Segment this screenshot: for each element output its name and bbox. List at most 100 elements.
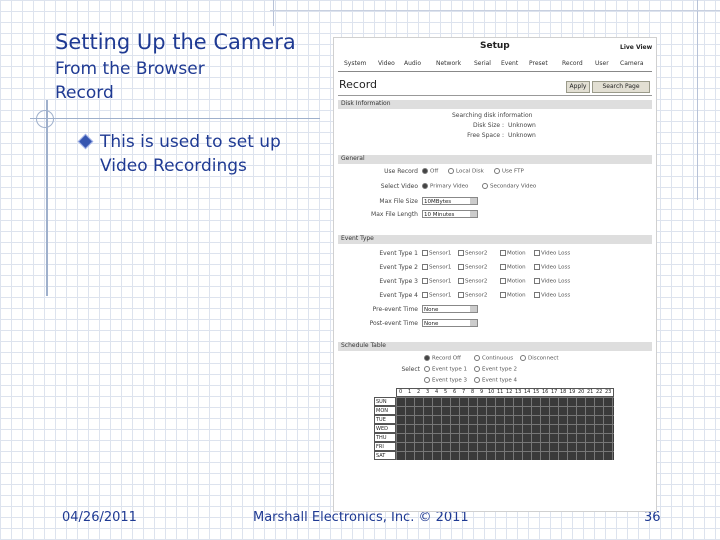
nav-user[interactable]: User (595, 60, 609, 67)
checkbox-icon (422, 278, 428, 284)
hour-label: 21 (587, 389, 594, 395)
event-type-1-motion[interactable]: Motion (500, 250, 526, 257)
checkbox-icon (500, 264, 506, 270)
hour-label: 17 (551, 389, 558, 395)
event-type-3-sensor2[interactable]: Sensor2 (458, 278, 487, 285)
radio-icon (474, 355, 480, 361)
event-type-4-radio[interactable]: Event type 4 (474, 377, 517, 384)
day-label: SUN (374, 397, 396, 406)
event-type-2-radio[interactable]: Event type 2 (474, 366, 517, 373)
day-label: WED (374, 424, 396, 433)
event-type-3-label: Event Type 3 (379, 278, 418, 285)
post-event-time-select[interactable]: None (422, 319, 478, 327)
event-type-1-sensor1[interactable]: Sensor1 (422, 250, 451, 257)
use-record-local-disk[interactable]: Local Disk (448, 168, 484, 175)
diamond-bullet-icon (77, 133, 94, 150)
nav-camera[interactable]: Camera (620, 60, 644, 67)
event-type-4-video-loss[interactable]: Video Loss (534, 292, 570, 299)
disk-info-header: Disk Information (338, 100, 652, 109)
page-number: 36 (644, 510, 661, 525)
hour-label: 2 (417, 389, 421, 395)
day-label: THU (374, 433, 396, 442)
use-record-off[interactable]: Off (422, 168, 438, 175)
checkbox-icon (534, 278, 540, 284)
event-type-2-sensor2[interactable]: Sensor2 (458, 264, 487, 271)
bullet-text: Video Recordings (100, 156, 247, 176)
event-type-3-sensor1[interactable]: Sensor1 (422, 278, 451, 285)
hour-label: 5 (444, 389, 448, 395)
decorative-line (30, 118, 320, 119)
schedule-table-header: Schedule Table (338, 342, 652, 351)
secondary-video-radio[interactable]: Secondary Video (482, 183, 536, 190)
checkbox-icon (534, 292, 540, 298)
radio-icon (520, 355, 526, 361)
event-type-1-radio[interactable]: Event type 1 (424, 366, 467, 373)
schedule-grid[interactable]: 0 1 2 3 4 5 6 7 8 9 10 11 12 13 14 15 16… (374, 388, 614, 464)
hour-label: 0 (399, 389, 403, 395)
select-video-label: Select Video (380, 183, 418, 190)
apply-button[interactable]: Apply (566, 81, 590, 93)
schedule-cells[interactable] (396, 397, 614, 460)
checkbox-icon (500, 278, 506, 284)
event-type-1-sensor2[interactable]: Sensor2 (458, 250, 487, 257)
event-type-1-label: Event Type 1 (379, 250, 418, 257)
hour-label: 1 (408, 389, 412, 395)
event-type-4-sensor1[interactable]: Sensor1 (422, 292, 451, 299)
disk-status: Searching disk information (452, 112, 533, 119)
event-type-header: Event Type (338, 235, 652, 244)
nav-video[interactable]: Video (378, 60, 395, 67)
max-file-length-select[interactable]: 10 Minutes (422, 210, 478, 218)
event-type-2-video-loss[interactable]: Video Loss (534, 264, 570, 271)
search-page-button[interactable]: Search Page (592, 81, 650, 93)
radio-checked-icon (424, 355, 430, 361)
checkbox-icon (422, 250, 428, 256)
checkbox-icon (458, 292, 464, 298)
max-file-size-select[interactable]: 10MBytes (422, 197, 478, 205)
record-off-radio[interactable]: Record Off (424, 355, 461, 362)
hour-label: 19 (569, 389, 576, 395)
nav-event[interactable]: Event (501, 60, 518, 67)
event-type-2-sensor1[interactable]: Sensor1 (422, 264, 451, 271)
checkbox-icon (534, 264, 540, 270)
checkbox-icon (422, 292, 428, 298)
setup-nav: System Video Audio Network Serial Event … (340, 60, 652, 69)
event-type-3-motion[interactable]: Motion (500, 278, 526, 285)
pre-event-time-label: Pre-event Time (372, 306, 418, 313)
hour-label: 13 (515, 389, 522, 395)
disconnect-radio[interactable]: Disconnect (520, 355, 559, 362)
event-type-1-video-loss[interactable]: Video Loss (534, 250, 570, 257)
divider (338, 95, 652, 96)
hour-label: 20 (578, 389, 585, 395)
radio-icon (448, 168, 454, 174)
live-view-link[interactable]: Live View (620, 44, 652, 51)
primary-video-radio[interactable]: Primary Video (422, 183, 468, 190)
nav-system[interactable]: System (344, 60, 366, 67)
nav-record[interactable]: Record (562, 60, 583, 67)
event-type-4-sensor2[interactable]: Sensor2 (458, 292, 487, 299)
hour-label: 16 (542, 389, 549, 395)
radio-checked-icon (422, 183, 428, 189)
event-type-3-video-loss[interactable]: Video Loss (534, 278, 570, 285)
day-label: TUE (374, 415, 396, 424)
event-type-2-motion[interactable]: Motion (500, 264, 526, 271)
radio-checked-icon (422, 168, 428, 174)
nav-network[interactable]: Network (436, 60, 461, 67)
free-space-label: Free Space : (467, 132, 504, 139)
continuous-radio[interactable]: Continuous (474, 355, 513, 362)
disk-size-value: Unknown (508, 122, 536, 129)
radio-icon (424, 366, 430, 372)
hour-label: 8 (471, 389, 475, 395)
pre-event-time-select[interactable]: None (422, 305, 478, 313)
nav-audio[interactable]: Audio (404, 60, 421, 67)
nav-serial[interactable]: Serial (474, 60, 491, 67)
radio-icon (424, 377, 430, 383)
max-file-length-label: Max File Length (371, 211, 418, 218)
hour-label: 18 (560, 389, 567, 395)
event-type-3-radio[interactable]: Event type 3 (424, 377, 467, 384)
nav-preset[interactable]: Preset (529, 60, 548, 67)
use-record-ftp[interactable]: Use FTP (494, 168, 524, 175)
slide-subtitle: From the Browser (55, 59, 205, 79)
event-type-4-motion[interactable]: Motion (500, 292, 526, 299)
decorative-circle (36, 110, 54, 128)
slide-title: Setting Up the Camera (55, 30, 296, 54)
